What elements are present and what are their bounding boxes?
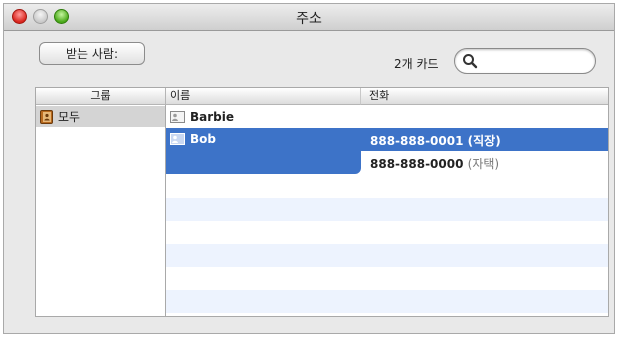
group-list: 모두 — [36, 105, 166, 316]
search-field[interactable] — [454, 48, 596, 74]
phone-entry: 888-888-0000 (자택) — [370, 155, 499, 172]
title-bar[interactable]: 주소 — [4, 4, 614, 31]
group-label: 모두 — [58, 110, 81, 124]
column-header-name[interactable]: 이름 — [166, 88, 361, 105]
phone-entry: 888-888-0001 (직장) — [370, 132, 501, 149]
contacts-table: Barbie Bob 888-888-0001 (직장) 888-888-000… — [166, 105, 608, 316]
phone-tag: (자택) — [467, 157, 500, 171]
address-picker-window: 주소 받는 사람: 2개 카드 그룹 이름 전화 모두 Barbie Bob 8… — [3, 3, 615, 334]
search-icon — [463, 54, 478, 69]
empty-row — [166, 244, 608, 267]
search-input[interactable] — [481, 52, 587, 70]
contact-row-bob[interactable]: Bob — [166, 128, 361, 174]
phone-row-work[interactable]: 888-888-0001 (직장) — [361, 128, 608, 151]
card-count: 2개 카드 — [394, 57, 439, 71]
group-item-all[interactable]: 모두 — [36, 106, 165, 127]
contacts-browser: 그룹 이름 전화 모두 Barbie Bob 888-888-0001 (직장)… — [35, 87, 609, 317]
phone-number: 888-888-0001 — [370, 134, 464, 148]
to-button[interactable]: 받는 사람: — [39, 42, 145, 65]
column-header-group[interactable]: 그룹 — [36, 88, 166, 105]
column-header-phone[interactable]: 전화 — [361, 88, 608, 105]
window-title: 주소 — [296, 11, 322, 27]
phone-tag: (직장) — [467, 134, 501, 148]
contact-name: Bob — [190, 132, 216, 146]
empty-row — [166, 290, 608, 313]
empty-row — [166, 198, 608, 221]
card-icon — [170, 133, 185, 145]
contact-row-barbie[interactable]: Barbie — [166, 106, 608, 129]
phone-row-home[interactable]: 888-888-0000 (자택) — [361, 151, 608, 174]
contact-name: Barbie — [190, 110, 235, 124]
card-icon — [170, 111, 185, 123]
address-book-icon — [40, 109, 53, 124]
phone-number: 888-888-0000 — [370, 157, 464, 171]
